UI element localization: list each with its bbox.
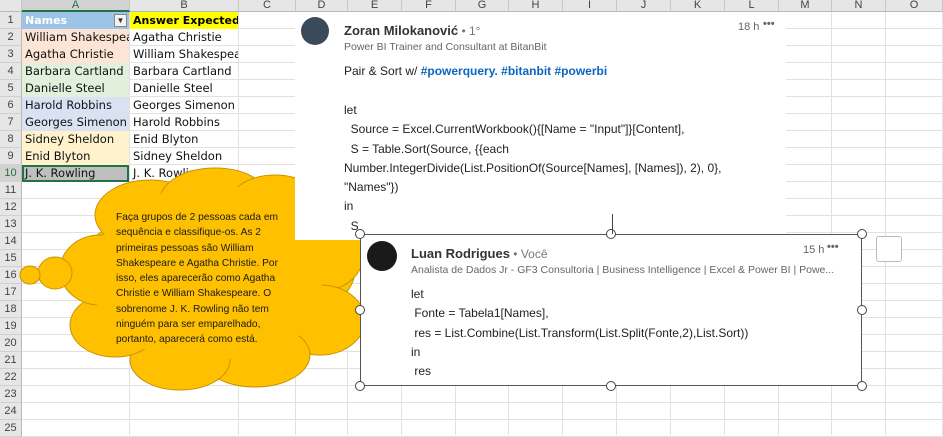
more-options-icon[interactable]: •••	[763, 18, 775, 30]
comment-intro: Pair & Sort w/ #powerquery. #bitanbit #p…	[344, 64, 608, 78]
resize-handle[interactable]	[355, 305, 365, 315]
avatar[interactable]	[367, 241, 397, 271]
author-name[interactable]: Zoran Milokanović	[344, 23, 458, 38]
resize-handle[interactable]	[857, 305, 867, 315]
resize-handle[interactable]	[355, 381, 365, 391]
hashtags[interactable]: #powerquery. #bitanbit #powerbi	[421, 64, 607, 78]
comment-code: let Source = Excel.CurrentWorkbook(){[Na…	[344, 103, 722, 233]
author-name[interactable]: Luan Rodrigues	[411, 246, 510, 261]
rotate-connector	[612, 214, 613, 234]
author-headline: Analista de Dados Jr - GF3 Consultoria |…	[411, 264, 835, 276]
timestamp: 15 h	[803, 244, 825, 256]
comment-code: let Fonte = Tabela1[Names], res = List.C…	[411, 287, 749, 379]
timestamp: 18 h	[738, 21, 760, 33]
layout-options-icon[interactable]	[876, 236, 902, 262]
resize-handle[interactable]	[606, 381, 616, 391]
author-headline: Power BI Trainer and Consultant at Bitan…	[344, 41, 547, 53]
callout-text: Faça grupos de 2 pessoas cada em sequênc…	[116, 212, 278, 346]
resize-handle[interactable]	[606, 229, 616, 239]
comment-card-zoran: Zoran Milokanović • 1° Power BI Trainer …	[295, 12, 786, 240]
resize-handle[interactable]	[857, 229, 867, 239]
connection-degree: • 1°	[458, 24, 481, 38]
connection-degree: • Você	[509, 247, 548, 261]
resize-handle[interactable]	[355, 229, 365, 239]
avatar[interactable]	[301, 17, 329, 45]
comment-card-luan[interactable]: Luan Rodrigues • Você Analista de Dados …	[360, 234, 862, 386]
more-options-icon[interactable]: •••	[827, 241, 839, 253]
resize-handle[interactable]	[857, 381, 867, 391]
